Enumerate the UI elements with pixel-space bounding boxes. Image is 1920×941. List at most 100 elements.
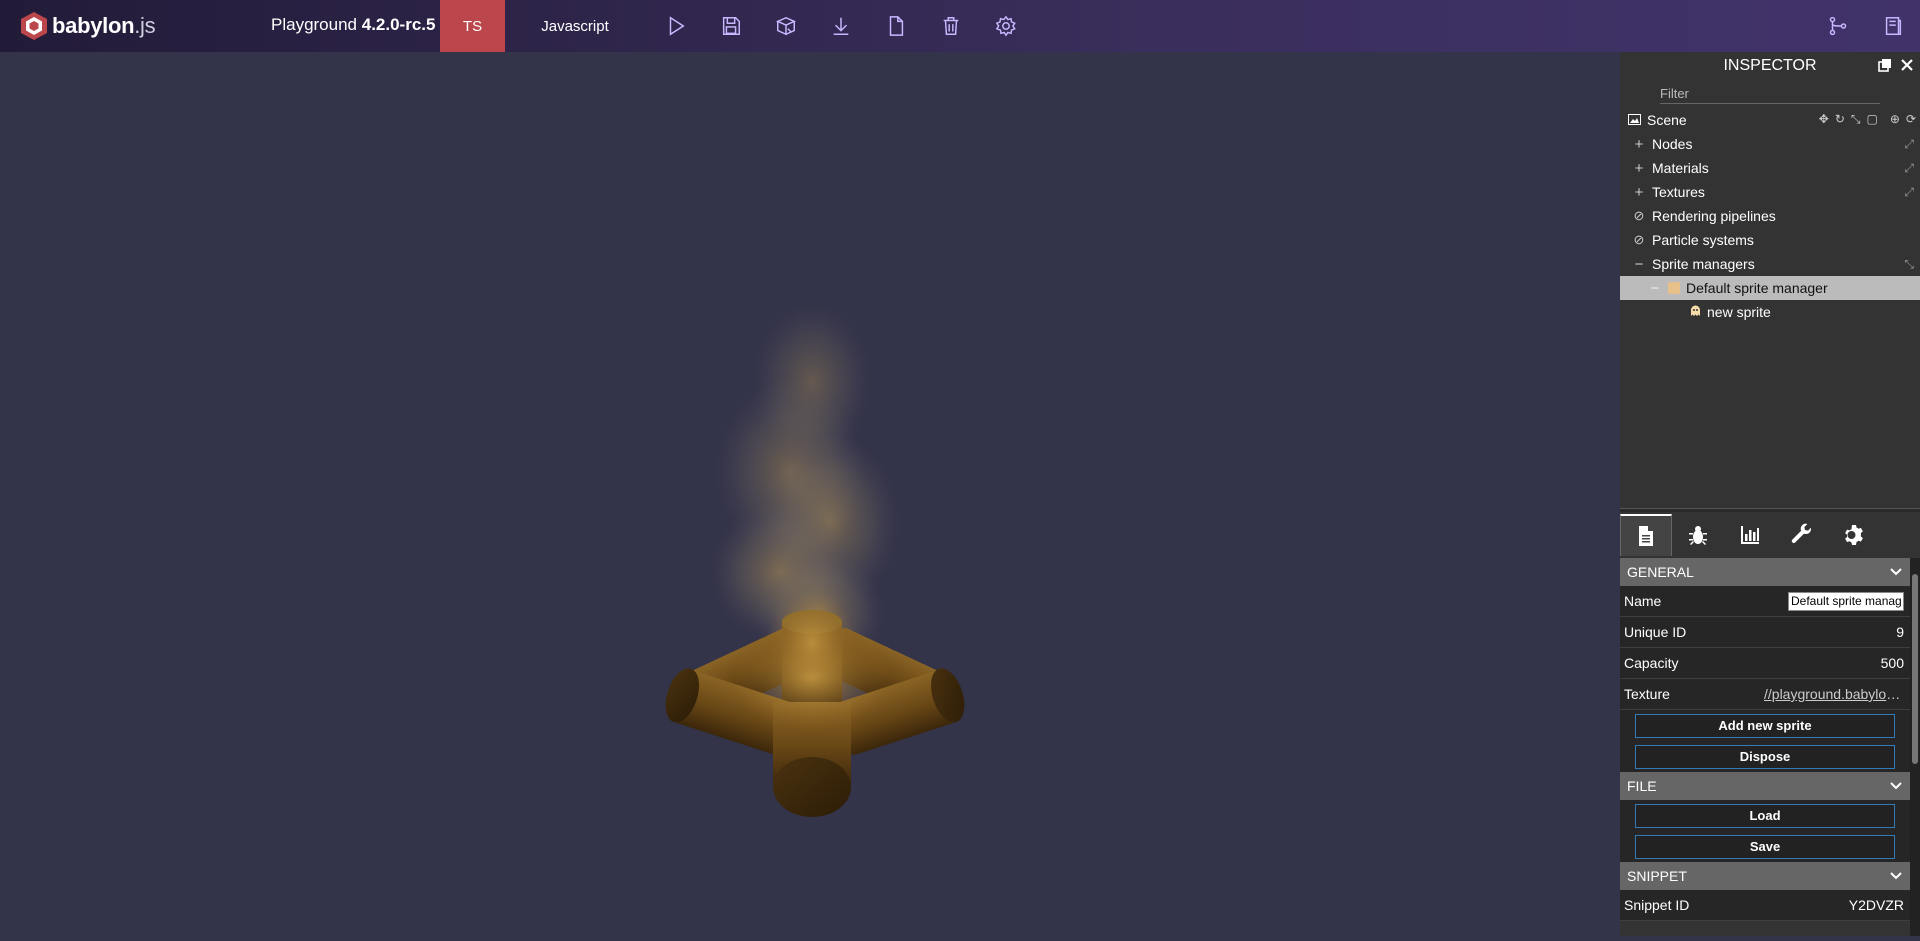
tree-item-label: Particle systems <box>1652 232 1754 248</box>
statistics-icon <box>1741 526 1759 544</box>
name-row: Name <box>1620 586 1910 617</box>
chevron-down-icon <box>1890 779 1902 793</box>
tree-item-textures[interactable]: + Textures ⤢ <box>1620 180 1920 204</box>
unique-id-label: Unique ID <box>1624 624 1687 640</box>
tab-typescript[interactable]: TS <box>440 0 505 52</box>
properties-icon <box>1639 526 1653 546</box>
disabled-icon: ⊘ <box>1633 232 1645 247</box>
collapse-icon[interactable]: − <box>1648 280 1662 297</box>
tree-item-nodes[interactable]: + Nodes ⤢ <box>1620 132 1920 156</box>
tree-item-label: Nodes <box>1652 136 1693 152</box>
pane-splitter[interactable] <box>1620 508 1920 512</box>
snippet-id-value: Y2DVZR <box>1848 897 1904 913</box>
save-button[interactable]: Save <box>1635 834 1895 859</box>
tree-item-label: Materials <box>1652 160 1709 176</box>
tools-icon <box>1791 523 1812 543</box>
inspector-icon[interactable] <box>772 12 800 40</box>
section-snippet-header[interactable]: SNIPPET <box>1620 862 1910 890</box>
top-toolbar: babylon.js Playground 4.2.0-rc.5 TS Java… <box>0 0 1920 52</box>
collapse-all-icon[interactable]: ⤡ <box>1904 257 1914 272</box>
tree-item-label: Default sprite manager <box>1686 280 1828 296</box>
tree-item-scene[interactable]: Scene ✥ ↻ ⤡ ▢ ⊕ ⟳ <box>1620 108 1920 132</box>
tab-statistics[interactable] <box>1724 514 1776 556</box>
download-icon[interactable] <box>827 12 855 40</box>
tab-settings[interactable] <box>1828 514 1880 556</box>
snippet-id-row: Snippet ID Y2DVZR <box>1620 890 1910 921</box>
pick-icon[interactable]: ⊕ <box>1890 112 1900 127</box>
tree-item-label: Scene <box>1647 112 1687 128</box>
dispose-row: Dispose <box>1620 741 1910 772</box>
tab-debug[interactable] <box>1672 514 1724 556</box>
filter-input[interactable] <box>1660 84 1880 104</box>
logo-text: babylon.js <box>52 13 156 38</box>
sprite-manager-icon <box>1668 282 1680 294</box>
inspector-header: INSPECTOR <box>1620 52 1920 80</box>
render-canvas[interactable] <box>0 52 1620 936</box>
babylon-logo-icon <box>20 11 48 41</box>
play-icon[interactable] <box>662 12 690 40</box>
scale-gizmo-icon[interactable]: ⤡ <box>1851 112 1861 127</box>
section-title: GENERAL <box>1627 564 1694 580</box>
unique-id-row: Unique ID 9 <box>1620 617 1910 648</box>
load-button[interactable]: Load <box>1635 803 1895 828</box>
expand-all-icon[interactable]: ⤢ <box>1904 137 1914 152</box>
tree-item-materials[interactable]: + Materials ⤢ <box>1620 156 1920 180</box>
add-new-sprite-button[interactable]: Add new sprite <box>1635 713 1895 738</box>
texture-link[interactable]: //playground.babylonjs.com/textures/play… <box>1764 686 1904 702</box>
popout-icon[interactable] <box>1878 58 1892 72</box>
tab-tools[interactable] <box>1776 514 1828 556</box>
campfire-scene <box>665 302 965 817</box>
scrollbar-thumb[interactable] <box>1912 574 1918 764</box>
name-label: Name <box>1624 593 1662 609</box>
expand-all-icon[interactable]: ⤢ <box>1904 185 1914 200</box>
tab-javascript[interactable]: Javascript <box>505 0 645 52</box>
save-row: Save <box>1620 831 1910 862</box>
settings-icon[interactable] <box>992 12 1020 40</box>
disabled-icon: ⊘ <box>1633 208 1645 223</box>
collapse-icon[interactable]: − <box>1632 256 1646 273</box>
babylon-logo[interactable]: babylon.js <box>20 10 156 42</box>
examples-icon[interactable] <box>1879 12 1907 40</box>
chevron-down-icon <box>1890 565 1902 579</box>
tree-item-particle-systems[interactable]: ⊘ Particle systems <box>1620 228 1920 252</box>
scene-icon <box>1628 112 1641 128</box>
clear-icon[interactable] <box>937 12 965 40</box>
load-row: Load <box>1620 800 1910 831</box>
expand-icon[interactable]: + <box>1632 160 1646 177</box>
dispose-button[interactable]: Dispose <box>1635 744 1895 769</box>
new-file-icon[interactable] <box>882 12 910 40</box>
capacity-label: Capacity <box>1624 655 1679 671</box>
scene-explorer: Scene ✥ ↻ ⤡ ▢ ⊕ ⟳ + Nodes ⤢ + Materials … <box>1620 108 1920 324</box>
section-file-header[interactable]: FILE <box>1620 772 1910 800</box>
snippet-id-label: Snippet ID <box>1624 897 1690 913</box>
section-title: SNIPPET <box>1627 868 1687 884</box>
properties-pane: GENERAL Name Unique ID 9 Capacity 500 Te… <box>1620 558 1910 936</box>
translate-gizmo-icon[interactable]: ✥ <box>1819 112 1829 127</box>
version-icon[interactable] <box>1824 12 1852 40</box>
tree-item-default-sprite-manager[interactable]: − Default sprite manager <box>1620 276 1920 300</box>
inspector-title: INSPECTOR <box>1723 57 1817 74</box>
save-icon[interactable] <box>717 12 745 40</box>
inspector-tabs <box>1620 514 1920 556</box>
tree-item-label: new sprite <box>1707 304 1771 320</box>
inspector-panel: INSPECTOR Scene ✥ ↻ ⤡ ▢ ⊕ ⟳ <box>1620 52 1920 936</box>
add-sprite-row: Add new sprite <box>1620 710 1910 741</box>
name-field[interactable] <box>1788 591 1904 611</box>
chevron-down-icon <box>1890 869 1902 883</box>
rotate-gizmo-icon[interactable]: ↻ <box>1835 112 1845 127</box>
tree-item-rendering-pipelines[interactable]: ⊘ Rendering pipelines <box>1620 204 1920 228</box>
section-general-header[interactable]: GENERAL <box>1620 558 1910 586</box>
expand-icon[interactable]: + <box>1632 184 1646 201</box>
sprite-icon <box>1690 304 1701 320</box>
expand-icon[interactable]: + <box>1632 136 1646 153</box>
capacity-value: 500 <box>1880 655 1904 671</box>
bounding-box-gizmo-icon[interactable]: ▢ <box>1867 112 1878 127</box>
tree-item-new-sprite[interactable]: new sprite <box>1620 300 1920 324</box>
tab-properties[interactable] <box>1620 514 1672 556</box>
properties-scrollbar[interactable] <box>1910 558 1920 936</box>
refresh-icon[interactable]: ⟳ <box>1906 112 1916 127</box>
tree-item-sprite-managers[interactable]: − Sprite managers ⤡ <box>1620 252 1920 276</box>
close-icon[interactable] <box>1900 58 1914 72</box>
expand-all-icon[interactable]: ⤢ <box>1904 161 1914 176</box>
texture-row: Texture //playground.babylonjs.com/textu… <box>1620 679 1910 710</box>
